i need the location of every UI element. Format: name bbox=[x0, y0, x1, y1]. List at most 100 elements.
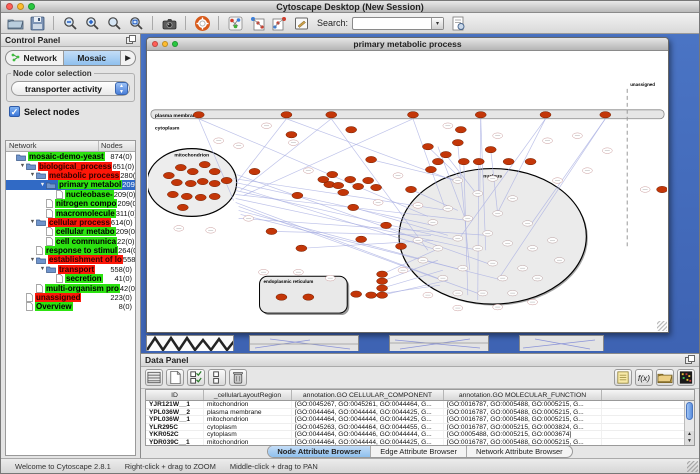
layout-button[interactable] bbox=[225, 14, 245, 32]
gene-node-selected[interactable] bbox=[351, 291, 362, 297]
window-titlebar[interactable]: Cytoscape Desktop (New Session) bbox=[1, 1, 699, 13]
export-graphics-button[interactable] bbox=[269, 14, 289, 32]
gene-node-selected[interactable] bbox=[346, 127, 357, 133]
gene-node-selected[interactable] bbox=[503, 158, 514, 164]
gene-node-selected[interactable] bbox=[363, 177, 374, 183]
gene-node-selected[interactable] bbox=[371, 184, 382, 190]
gene-node-selected[interactable] bbox=[175, 164, 186, 170]
gene-node-selected[interactable] bbox=[163, 172, 174, 178]
tree-row-establishment-of-lo[interactable]: ▼establishment of lo558(0) bbox=[6, 255, 135, 264]
network-window-titlebar[interactable]: primary metabolic process bbox=[147, 38, 668, 51]
gene-node-selected[interactable] bbox=[381, 222, 392, 228]
gene-node-selected[interactable] bbox=[197, 178, 208, 184]
zoom-out-button[interactable] bbox=[60, 14, 80, 32]
tree-row-nitrogen-compo[interactable]: nitrogen compo209(0) bbox=[6, 199, 135, 208]
gene-node-selected[interactable] bbox=[452, 139, 463, 145]
tree-row-unassigned[interactable]: unassigned223(0) bbox=[6, 293, 135, 302]
annotation-button[interactable] bbox=[291, 14, 311, 32]
tree-row-cellular-metabo[interactable]: cellular metabo209(0) bbox=[6, 227, 135, 236]
float-panel-icon[interactable] bbox=[126, 35, 136, 44]
search-dropdown-icon[interactable]: ▾ bbox=[431, 18, 443, 29]
gene-node-selected[interactable] bbox=[377, 292, 388, 298]
table-column-header[interactable]: annotation.GO MOLECULAR_FUNCTION bbox=[444, 390, 602, 400]
new-attribute-button[interactable] bbox=[166, 369, 184, 386]
gene-node-selected[interactable] bbox=[209, 180, 220, 186]
background-window-fragment[interactable] bbox=[519, 335, 604, 351]
tree-row-transport[interactable]: ▼transport558(0) bbox=[6, 265, 135, 274]
tree-row-metabolic-process[interactable]: ▼metabolic process280(0) bbox=[6, 171, 135, 180]
expander-icon[interactable]: ▼ bbox=[29, 257, 36, 263]
unselect-attributes-button[interactable] bbox=[208, 369, 226, 386]
network-canvas[interactable]: plasma membranecytoplasmmitochondrionnuc… bbox=[148, 51, 667, 331]
table-row[interactable]: YPL036W__2plasma membrane[GO:0044464, GO… bbox=[146, 409, 694, 417]
gene-node-selected[interactable] bbox=[475, 112, 486, 118]
gene-node-selected[interactable] bbox=[292, 192, 303, 198]
table-row[interactable]: YKR052Ccytoplasm[GO:0044464, GO:0044446,… bbox=[146, 431, 694, 439]
tree-row-biological-process[interactable]: ▼biological_process651(0) bbox=[6, 161, 135, 170]
background-window-fragment[interactable] bbox=[389, 335, 489, 351]
save-button[interactable] bbox=[27, 14, 47, 32]
gene-node-selected[interactable] bbox=[425, 166, 436, 172]
gene-node-selected[interactable] bbox=[333, 182, 344, 188]
gene-node-selected[interactable] bbox=[281, 112, 292, 118]
float-panel-icon[interactable] bbox=[685, 355, 695, 364]
zoom-in-button[interactable] bbox=[82, 14, 102, 32]
window-resize-grip[interactable] bbox=[687, 461, 698, 472]
search-config-button[interactable] bbox=[448, 14, 468, 32]
gene-node-selected[interactable] bbox=[209, 193, 220, 199]
gene-node-selected[interactable] bbox=[167, 191, 178, 197]
gene-node-selected[interactable] bbox=[266, 228, 277, 234]
gene-node-selected[interactable] bbox=[366, 156, 377, 162]
zoom-fit-button[interactable] bbox=[104, 14, 124, 32]
tab-overflow-button[interactable]: ▶ bbox=[121, 51, 135, 65]
gene-node-selected[interactable] bbox=[187, 168, 198, 174]
tab-node-attribute-browser[interactable]: Node Attribute Browser bbox=[268, 446, 371, 457]
gene-node-selected[interactable] bbox=[276, 294, 287, 300]
gene-node-selected[interactable] bbox=[185, 180, 196, 186]
gene-node-selected[interactable] bbox=[440, 151, 451, 157]
tab-network[interactable]: Network bbox=[6, 51, 64, 65]
network-view-window[interactable]: primary metabolic process plasma membran… bbox=[146, 37, 669, 333]
gene-node-selected[interactable] bbox=[221, 177, 232, 183]
table-row[interactable]: YLR295Ccytoplasm[GO:0045263, GO:0044464,… bbox=[146, 424, 694, 432]
table-row[interactable]: YPL036W__1mitochondrion[GO:0044464, GO:0… bbox=[146, 416, 694, 424]
table-column-header[interactable]: ID bbox=[146, 390, 204, 400]
gene-node-selected[interactable] bbox=[195, 194, 206, 200]
function-builder-button[interactable]: f(x) bbox=[635, 369, 653, 386]
tree-row-primary-metabol[interactable]: ▼primary metabol209(... bbox=[6, 180, 135, 189]
tree-row-nucleobase[interactable]: nucleobase-209(0) bbox=[6, 190, 135, 199]
gene-node-selected[interactable] bbox=[345, 176, 356, 182]
gene-node-selected[interactable] bbox=[396, 243, 407, 249]
scrollbar-thumb[interactable] bbox=[686, 402, 693, 420]
gene-node-selected[interactable] bbox=[193, 112, 204, 118]
gene-node-selected[interactable] bbox=[326, 112, 337, 118]
attribute-table-button[interactable] bbox=[145, 369, 163, 386]
background-window-fragment[interactable] bbox=[249, 335, 359, 351]
gene-node-selected[interactable] bbox=[177, 204, 188, 210]
search-input[interactable]: ▾ bbox=[352, 17, 444, 30]
expander-icon[interactable]: ▼ bbox=[29, 172, 36, 178]
scrollbar-arrows[interactable]: ▲▼ bbox=[685, 431, 694, 445]
table-scrollbar[interactable]: ▲▼ bbox=[684, 401, 694, 445]
gene-node-selected[interactable] bbox=[408, 112, 419, 118]
gene-node-selected[interactable] bbox=[327, 171, 338, 177]
gene-node-selected[interactable] bbox=[525, 158, 536, 164]
gene-node-selected[interactable] bbox=[485, 146, 496, 152]
gene-node-selected[interactable] bbox=[303, 294, 314, 300]
tree-row-cellular-process[interactable]: ▼cellular process614(0) bbox=[6, 218, 135, 227]
zoom-selected-button[interactable] bbox=[126, 14, 146, 32]
gene-node-selected[interactable] bbox=[181, 193, 192, 199]
gene-node-selected[interactable] bbox=[348, 204, 359, 210]
table-column-header[interactable]: annotation.GO CELLULAR_COMPONENT bbox=[292, 390, 444, 400]
tree-row-response-to-stimul[interactable]: response to stimul264(0) bbox=[6, 246, 135, 255]
gene-node-selected[interactable] bbox=[356, 236, 367, 242]
gene-node-selected[interactable] bbox=[353, 183, 364, 189]
gene-node-selected[interactable] bbox=[458, 158, 469, 164]
tree-row-cell-communica[interactable]: cell communica22(0) bbox=[6, 237, 135, 246]
import-graphics-button[interactable] bbox=[247, 14, 267, 32]
table-column-header[interactable]: _cellularLayoutRegion bbox=[204, 390, 292, 400]
expander-icon[interactable]: ▼ bbox=[19, 163, 26, 169]
tree-column-network[interactable]: Network bbox=[6, 141, 99, 151]
gene-node-selected[interactable] bbox=[171, 179, 182, 185]
tree-row-macromolecule[interactable]: macromolecule311(0) bbox=[6, 208, 135, 217]
